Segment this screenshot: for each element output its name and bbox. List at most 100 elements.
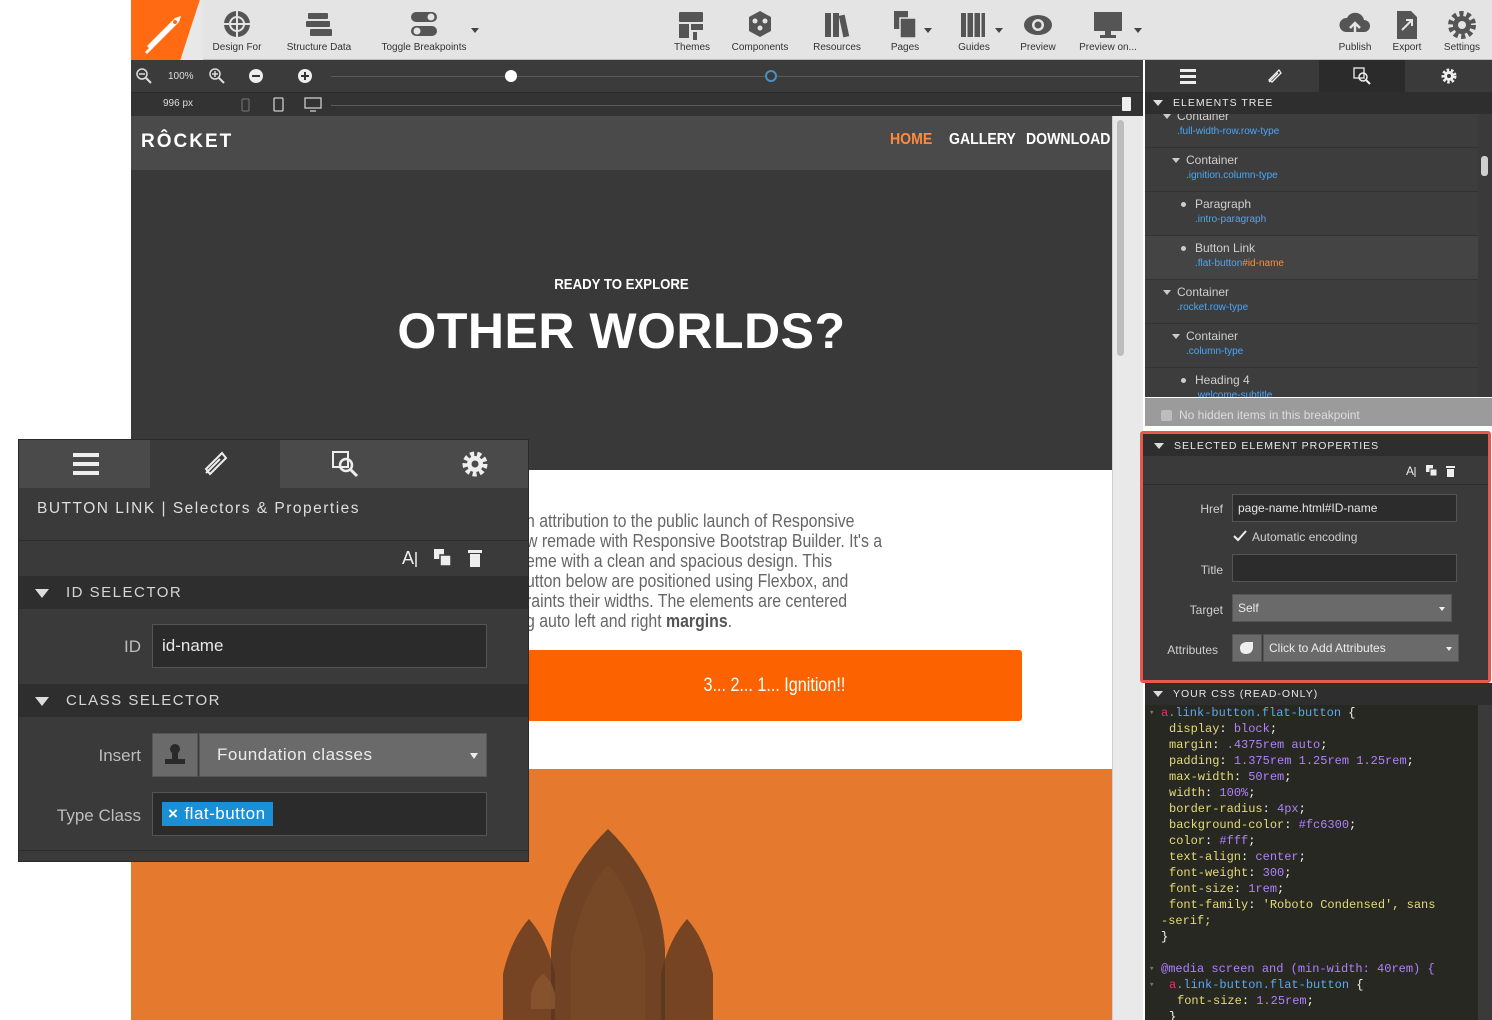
trash-icon[interactable] (1444, 464, 1458, 478)
class-selector-section[interactable]: CLASS SELECTOR (19, 684, 528, 717)
id-selector-section[interactable]: ID SELECTOR (19, 576, 528, 609)
tab-structure[interactable] (19, 440, 149, 488)
nav-gallery[interactable]: GALLERY (949, 131, 1016, 149)
tab-inspector[interactable] (281, 440, 406, 488)
tab-design[interactable] (150, 440, 280, 488)
collapse-triangle-icon[interactable] (35, 697, 49, 706)
desktop-icon[interactable] (304, 97, 322, 113)
breakpoint-slider-track[interactable] (331, 76, 1139, 77)
zoom-out-icon[interactable] (136, 68, 152, 84)
tab-settings[interactable] (1406, 60, 1492, 92)
checkmark-icon[interactable] (1233, 530, 1247, 542)
duplicate-icon[interactable] (1425, 464, 1439, 478)
attributes-select[interactable]: Click to Add Attributes (1263, 634, 1459, 662)
tree-item[interactable]: Container .full-width-row.row-type (1145, 114, 1478, 148)
toggle-breakpoints-caret-icon[interactable] (471, 28, 479, 33)
collapse-triangle-icon[interactable] (1153, 100, 1163, 106)
structure-data-button[interactable]: Structure Data (281, 6, 357, 58)
collapse-triangle-icon[interactable] (1153, 691, 1163, 697)
tree-expand-icon[interactable] (1163, 114, 1171, 119)
tablet-icon[interactable] (273, 97, 285, 113)
width-slider-track[interactable] (331, 105, 1121, 106)
text-style-icon[interactable]: A (1406, 464, 1420, 478)
themes-button[interactable]: Themes (669, 6, 715, 58)
guides-caret-icon[interactable] (995, 28, 1003, 33)
css-prop: max-width (1169, 770, 1234, 784)
svg-text:A: A (402, 548, 414, 568)
css-val: #fc6300 (1298, 818, 1350, 832)
target-select[interactable]: Self (1232, 594, 1452, 622)
css-val: #fff (1219, 834, 1249, 848)
trash-icon[interactable] (466, 548, 486, 568)
href-input[interactable]: page-name.html#ID-name (1232, 494, 1457, 522)
tree-expand-icon[interactable] (1172, 334, 1180, 339)
collapse-triangle-icon[interactable] (35, 589, 49, 598)
breakpoint-handle[interactable] (505, 70, 517, 82)
settings-button[interactable]: Settings (1439, 6, 1485, 58)
tree-item[interactable]: Container .ignition.column-type (1145, 148, 1478, 192)
resources-button[interactable]: Resources (808, 6, 866, 58)
pages-caret-icon[interactable] (924, 28, 932, 33)
canvas-scrollbar[interactable] (1112, 116, 1143, 1020)
tab-structure[interactable] (1145, 60, 1231, 92)
nav-home[interactable]: HOME (890, 131, 932, 149)
hidden-items-checkbox[interactable] (1161, 410, 1172, 421)
canvas-scroll-thumb[interactable] (1117, 120, 1124, 356)
tab-settings[interactable] (407, 440, 528, 488)
tree-expand-icon[interactable] (1163, 290, 1171, 295)
title-input[interactable] (1232, 554, 1457, 582)
breakpoint-marker[interactable] (765, 70, 777, 82)
minus-circle-icon[interactable] (248, 68, 264, 84)
collapse-triangle-icon[interactable] (1154, 443, 1164, 449)
tree-item[interactable]: Container .column-type (1145, 324, 1478, 368)
hidden-items-toggle[interactable]: No hidden items in this breakpoint (1145, 398, 1492, 426)
nav-download[interactable]: DOWNLOAD (1026, 131, 1110, 149)
id-input[interactable]: id-name (152, 624, 487, 668)
properties-header[interactable]: SELECTED ELEMENT PROPERTIES (1143, 434, 1488, 456)
preview-button[interactable]: Preview (1017, 6, 1059, 58)
publish-button[interactable]: Publish (1334, 6, 1376, 58)
site-brand[interactable]: RÔCKET (141, 131, 233, 153)
tab-design[interactable] (1232, 60, 1318, 92)
tree-expand-icon[interactable] (1172, 158, 1180, 163)
css-code-view[interactable]: ▾ a.link-button.flat-button { display: bl… (1145, 705, 1478, 1020)
guides-button[interactable]: Guides (954, 6, 994, 58)
css-val: 300 (1262, 866, 1285, 880)
ignition-button[interactable]: 3... 2... 1... Ignition!! (527, 650, 1022, 721)
export-label: Export (1392, 42, 1422, 53)
href-label: Href (1200, 502, 1223, 516)
attributes-icon-button[interactable] (1232, 634, 1262, 662)
tree-scroll-thumb[interactable] (1481, 156, 1488, 176)
css-scrollbar[interactable] (1478, 705, 1492, 1020)
id-selector-title: ID SELECTOR (66, 584, 183, 601)
tree-item[interactable]: Paragraph .intro-paragraph (1145, 192, 1478, 236)
text-style-icon[interactable]: A (402, 548, 422, 568)
duplicate-icon[interactable] (433, 548, 453, 568)
tree-bullet-icon (1181, 378, 1186, 383)
toggle-breakpoints-button[interactable]: Toggle Breakpoints (376, 6, 472, 58)
zoom-in-icon[interactable] (209, 68, 225, 84)
design-for-button[interactable]: Design For (209, 6, 265, 58)
preview-on-caret-icon[interactable] (1134, 28, 1142, 33)
tree-scrollbar[interactable] (1478, 114, 1492, 397)
width-slider-handle[interactable] (1122, 97, 1131, 111)
elements-tree-header[interactable]: ELEMENTS TREE (1145, 92, 1492, 114)
remove-tag-icon[interactable]: × (168, 804, 178, 823)
insert-select[interactable]: Foundation classes (199, 733, 487, 777)
components-button[interactable]: Components (727, 6, 793, 58)
class-tag-label: flat-button (184, 804, 266, 823)
tree-item-selected[interactable]: Button Link .flat-button#id-name (1145, 236, 1478, 280)
export-button[interactable]: Export (1387, 6, 1427, 58)
class-tag[interactable]: × flat-button (162, 802, 273, 826)
intro-paragraph[interactable]: n attribution to the public launch of Re… (526, 511, 896, 631)
pages-button[interactable]: Pages (885, 6, 925, 58)
tree-item[interactable]: Heading 4 .welcome-subtitle (1145, 368, 1478, 397)
tab-inspector[interactable] (1319, 60, 1405, 92)
type-class-input[interactable]: × flat-button (152, 792, 487, 836)
css-header[interactable]: YOUR CSS (READ-ONLY) (1145, 683, 1492, 705)
phone-icon[interactable] (241, 98, 251, 112)
preview-on-button[interactable]: Preview on... (1075, 6, 1141, 58)
plus-circle-icon[interactable] (297, 68, 313, 84)
tree-item[interactable]: Container .rocket.row-type (1145, 280, 1478, 324)
insert-stamp-button[interactable] (152, 733, 198, 777)
